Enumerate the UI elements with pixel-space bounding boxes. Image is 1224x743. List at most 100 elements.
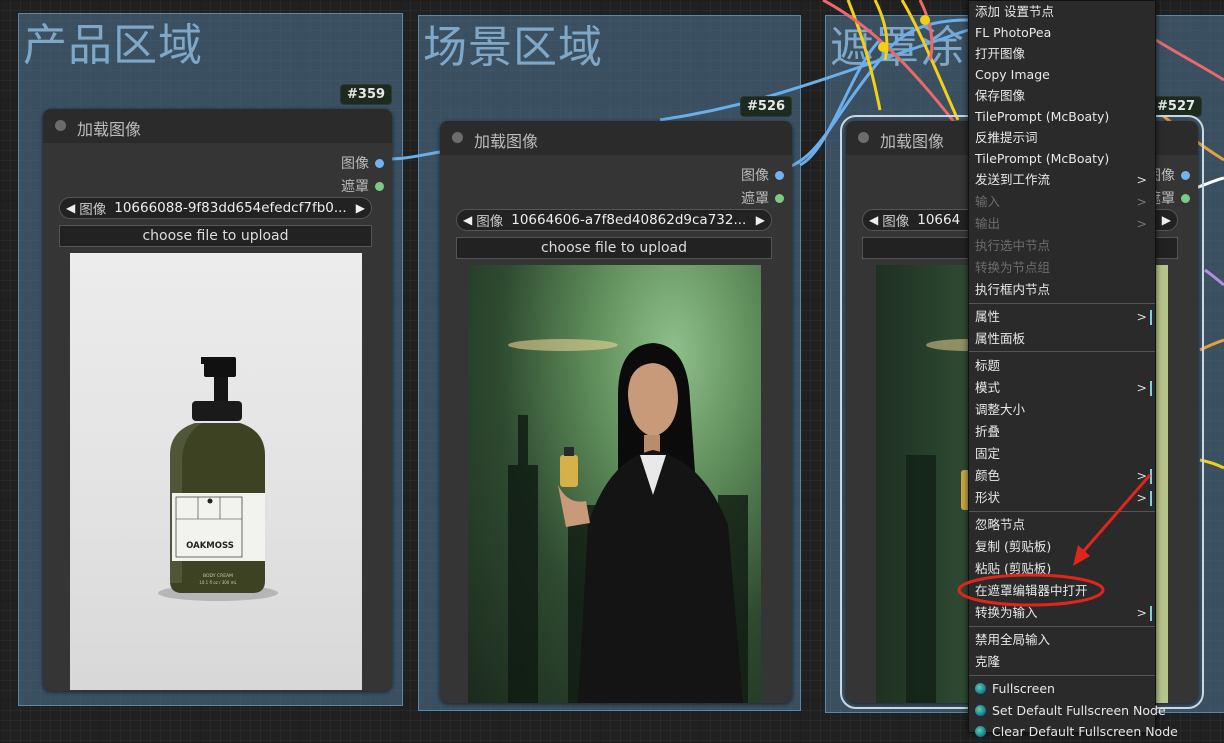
menu-item-reverse-prompt[interactable]: 反推提示词 xyxy=(969,127,1155,149)
menu-item-copy-clipboard[interactable]: 复制 (剪贴板) xyxy=(969,536,1155,558)
node-title: 加载图像 xyxy=(77,120,142,139)
menu-item-paste-clipboard[interactable]: 粘贴 (剪贴板) xyxy=(969,558,1155,580)
menu-item-save-image[interactable]: 保存图像 xyxy=(969,85,1155,107)
menu-item-shape[interactable]: 形状 > xyxy=(969,487,1155,509)
menu-item-open-image[interactable]: 打开图像 xyxy=(969,43,1155,65)
upload-button[interactable]: choose file to upload xyxy=(456,237,772,259)
menu-item-color[interactable]: 颜色 > xyxy=(969,465,1155,487)
node-id-badge: #527 xyxy=(1150,96,1203,117)
node-header[interactable]: 加载图像 xyxy=(440,121,792,155)
menu-item-label: TilePrompt (McBoaty) xyxy=(975,109,1110,124)
menu-item-label: Clear Default Fullscreen Node xyxy=(992,724,1178,739)
menu-item-send-to-workflow[interactable]: 发送到工作流 > xyxy=(969,169,1155,191)
menu-item-label: 粘贴 (剪贴板) xyxy=(975,561,1052,576)
widget-label: 图像 xyxy=(476,214,504,230)
widget-value: 10666088-9f83dd654efedcf7fb0... xyxy=(114,200,347,216)
context-menu: 添加 设置节点 FL PhotoPea 打开图像 Copy Image 保存图像… xyxy=(968,0,1178,739)
portrait-illustration xyxy=(508,339,748,703)
output-mask[interactable]: 遮罩 xyxy=(341,176,384,196)
image-combo-widget[interactable]: ◀ 图像 10664606-a7f8ed40862d9ca732... ▶ xyxy=(456,209,772,231)
menu-item-run-in-frame[interactable]: 执行框内节点 xyxy=(969,279,1155,301)
port-dot-icon[interactable] xyxy=(775,170,784,180)
menu-item-clear-default-fullscreen[interactable]: Clear Default Fullscreen Node xyxy=(969,721,1178,743)
output-image[interactable]: 图像 xyxy=(741,165,784,185)
arrow-left-icon[interactable]: ◀ xyxy=(463,213,472,227)
menu-item-open-in-mask-editor[interactable]: 在遮罩编辑器中打开 xyxy=(969,580,1155,602)
menu-item-label: 形状 xyxy=(975,490,1001,505)
collapse-dot-icon[interactable] xyxy=(55,120,66,131)
bottle-illustration: OAKMOSS BODY CREAM 10.1 fl oz / 300 mL xyxy=(158,357,278,601)
menu-item-label: 属性面板 xyxy=(975,331,1026,346)
menu-item-resize[interactable]: 调整大小 xyxy=(969,399,1155,421)
menu-item-label: 反推提示词 xyxy=(975,130,1038,145)
load-image-node[interactable]: 加载图像 图像 遮罩 ◀ 图像 10664606-a7f8ed40862d9ca… xyxy=(440,121,792,703)
submenu-arrow-icon: > xyxy=(1136,216,1147,231)
group-title: 遮罩涂 xyxy=(830,22,965,73)
menu-item-add-set-node[interactable]: 添加 设置节点 xyxy=(969,1,1155,23)
node-header[interactable]: 加载图像 xyxy=(43,109,392,143)
node-title: 加载图像 xyxy=(880,132,945,151)
menu-item-copy-image[interactable]: Copy Image xyxy=(969,64,1155,86)
output-label: 遮罩 xyxy=(341,179,369,195)
menu-item-properties-panel[interactable]: 属性面板 xyxy=(969,328,1155,350)
menu-item-properties[interactable]: 属性 > xyxy=(969,306,1155,328)
submenu-arrow-icon: > xyxy=(1136,380,1147,395)
menu-item-convert-to-group[interactable]: 转换为节点组 xyxy=(969,257,1155,279)
menu-separator xyxy=(969,675,1155,676)
image-combo-widget[interactable]: ◀ 图像 10666088-9f83dd654efedcf7fb0... ▶ xyxy=(59,197,372,219)
menu-item-label: 输入 xyxy=(975,194,1001,209)
collapse-dot-icon[interactable] xyxy=(858,132,869,143)
menu-item-label: 忽略节点 xyxy=(975,517,1026,532)
arrow-right-icon[interactable]: ▶ xyxy=(1162,213,1171,227)
menu-item-label: 禁用全局输入 xyxy=(975,632,1051,647)
output-mask[interactable]: 遮罩 xyxy=(741,188,784,208)
menu-item-label: 发送到工作流 xyxy=(975,172,1051,187)
menu-item-label: 执行框内节点 xyxy=(975,282,1051,297)
port-dot-icon[interactable] xyxy=(1181,193,1190,203)
menu-item-collapse[interactable]: 折叠 xyxy=(969,421,1155,443)
submenu-arrow-icon: > xyxy=(1136,468,1147,483)
port-dot-icon[interactable] xyxy=(375,158,384,168)
menu-item-fullscreen[interactable]: Fullscreen xyxy=(969,678,1155,700)
output-image[interactable]: 图像 xyxy=(341,153,384,173)
menu-item-set-default-fullscreen[interactable]: Set Default Fullscreen Node xyxy=(969,700,1166,722)
menu-item-bypass[interactable]: 忽略节点 xyxy=(969,514,1155,536)
globe-icon xyxy=(975,726,986,737)
menu-item-run-selected[interactable]: 执行选中节点 xyxy=(969,235,1155,257)
collapse-dot-icon[interactable] xyxy=(452,132,463,143)
port-dot-icon[interactable] xyxy=(1181,170,1190,180)
upload-button[interactable]: choose file to upload xyxy=(59,225,372,247)
group-title: 场景区域 xyxy=(423,22,603,73)
menu-item-label: 克隆 xyxy=(975,654,1001,669)
menu-item-convert-to-input[interactable]: 转换为输入 > xyxy=(969,602,1155,624)
arrow-left-icon[interactable]: ◀ xyxy=(66,201,75,215)
menu-item-label: Set Default Fullscreen Node xyxy=(992,703,1166,718)
image-preview xyxy=(468,265,761,703)
output-label: 图像 xyxy=(341,156,369,172)
submenu-indicator xyxy=(1150,469,1152,484)
arrow-right-icon[interactable]: ▶ xyxy=(356,201,365,215)
group-title: 产品区域 xyxy=(23,20,203,71)
menu-item-disable-global-input[interactable]: 禁用全局输入 xyxy=(969,629,1155,651)
menu-item-pin[interactable]: 固定 xyxy=(969,443,1155,465)
menu-item-title[interactable]: 标题 xyxy=(969,355,1155,377)
menu-item-tileprompt-2[interactable]: TilePrompt (McBoaty) xyxy=(969,148,1155,170)
menu-item-outputs[interactable]: 输出 > xyxy=(969,213,1155,235)
menu-separator xyxy=(969,303,1155,304)
bottle-label-text: OAKMOSS xyxy=(186,541,234,551)
load-image-node[interactable]: 加载图像 图像 遮罩 ◀ 图像 10666088-9f83dd654efedcf… xyxy=(43,109,392,691)
menu-item-fl-photopea[interactable]: FL PhotoPea xyxy=(969,22,1155,44)
globe-icon xyxy=(975,705,986,716)
menu-item-label: 调整大小 xyxy=(975,402,1026,417)
menu-item-tileprompt[interactable]: TilePrompt (McBoaty) xyxy=(969,106,1155,128)
port-dot-icon[interactable] xyxy=(375,181,384,191)
menu-item-label: TilePrompt (McBoaty) xyxy=(975,151,1110,166)
menu-item-mode[interactable]: 模式 > xyxy=(969,377,1155,399)
port-dot-icon[interactable] xyxy=(775,193,784,203)
arrow-right-icon[interactable]: ▶ xyxy=(756,213,765,227)
arrow-left-icon[interactable]: ◀ xyxy=(869,213,878,227)
menu-item-clone[interactable]: 克隆 xyxy=(969,651,1155,673)
submenu-indicator xyxy=(1150,491,1152,506)
menu-item-inputs[interactable]: 输入 > xyxy=(969,191,1155,213)
output-label: 图像 xyxy=(741,168,769,184)
